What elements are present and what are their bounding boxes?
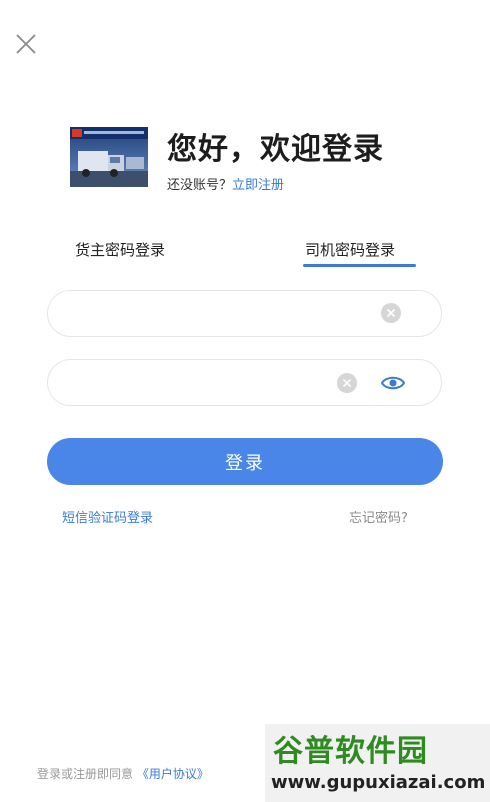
no-account-label: 还没账号？	[167, 178, 233, 193]
sms-login-link[interactable]: 短信验证码登录	[62, 507, 153, 526]
eye-icon[interactable]	[380, 373, 406, 393]
clear-icon[interactable]	[337, 373, 357, 393]
greeting-title: 您好，欢迎登录	[167, 132, 384, 167]
clear-icon[interactable]	[381, 303, 401, 323]
watermark-url: www.gupuxiazai.com	[271, 772, 486, 793]
agreement-label: 登录或注册即同意	[37, 767, 137, 781]
account-field	[47, 290, 442, 337]
watermark-title: 谷普软件园	[273, 734, 428, 769]
register-link[interactable]: 立即注册	[232, 178, 284, 193]
password-field	[47, 359, 442, 406]
watermark: 谷普软件园 www.gupuxiazai.com	[265, 724, 490, 802]
close-icon[interactable]	[14, 32, 38, 56]
active-tab-indicator	[303, 264, 416, 267]
login-button[interactable]: 登录	[47, 438, 443, 485]
tab-owner-password-login[interactable]: 货主密码登录	[75, 239, 165, 260]
no-account-text: 还没账号？立即注册	[167, 174, 284, 193]
user-agreement-link[interactable]: 《用户协议》	[137, 767, 209, 781]
forgot-password-link[interactable]: 忘记密码?	[349, 507, 408, 526]
app-logo	[70, 127, 148, 187]
agreement-text: 登录或注册即同意 《用户协议》	[37, 765, 209, 782]
tab-driver-password-login[interactable]: 司机密码登录	[305, 239, 395, 260]
account-input[interactable]	[68, 291, 348, 336]
password-input[interactable]	[68, 360, 348, 405]
